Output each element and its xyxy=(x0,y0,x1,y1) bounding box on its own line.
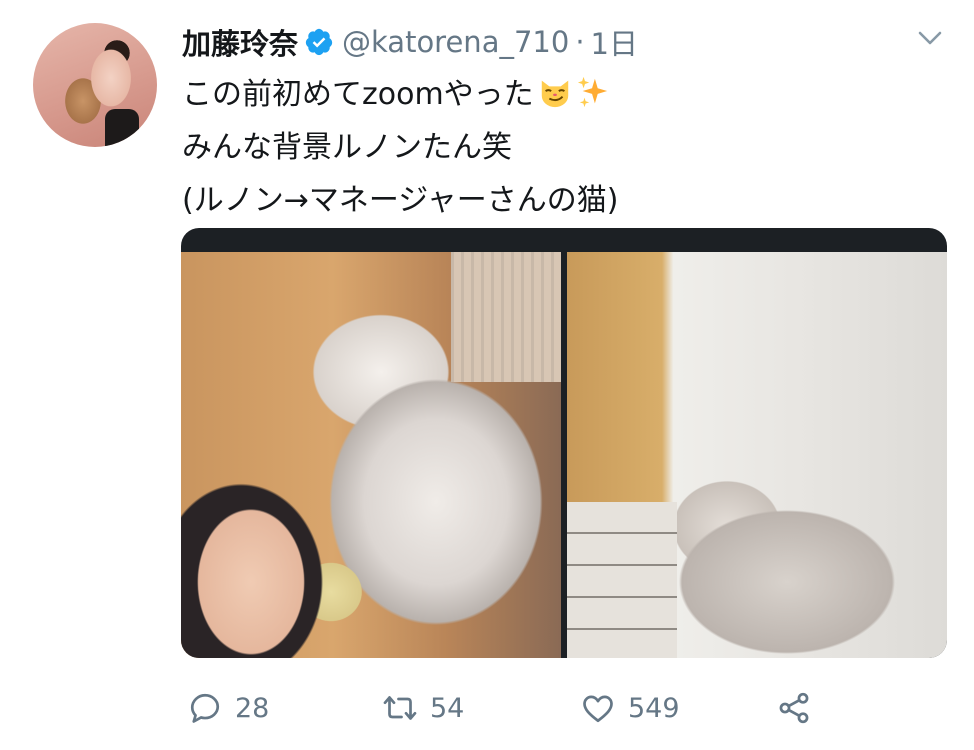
share-icon xyxy=(779,692,809,724)
smirking-cat-emoji-icon xyxy=(541,80,568,108)
background-panel xyxy=(567,502,677,658)
like-count: 549 xyxy=(628,692,680,724)
tweet-line-1: この前初めてzoomやった xyxy=(182,68,942,121)
sparkles-emoji-icon xyxy=(577,76,607,108)
retweet-count: 54 xyxy=(430,692,465,724)
media-container[interactable] xyxy=(181,228,947,658)
tweet-header: 加藤玲奈 @katorena_710 · 1日 xyxy=(182,18,638,66)
chevron-down-icon[interactable] xyxy=(916,26,944,50)
tweet-text: この前初めてzoomやった みんな背景ルノンたん笑 (ルノン→マネージャーさんの… xyxy=(182,68,942,227)
author-handle[interactable]: @katorena_710 xyxy=(342,25,569,59)
verified-badge-icon xyxy=(305,28,333,56)
tweet-line-2: みんな背景ルノンたん笑 xyxy=(182,130,512,165)
separator-dot: · xyxy=(575,25,585,59)
tweet-line-1-text: この前初めてzoomやった xyxy=(182,77,534,112)
retweet-button[interactable]: 54 xyxy=(382,684,464,732)
reply-count: 28 xyxy=(235,692,270,724)
reply-icon xyxy=(190,693,220,723)
tweet-line-3: (ルノン→マネージャーさんの猫) xyxy=(182,183,619,218)
share-button[interactable] xyxy=(776,684,812,732)
reply-button[interactable]: 28 xyxy=(187,684,269,732)
avatar[interactable] xyxy=(33,23,157,147)
avatar-figure xyxy=(105,109,139,147)
cat-photo[interactable] xyxy=(567,252,947,658)
retweet-icon xyxy=(383,696,417,720)
tweet-time[interactable]: 1日 xyxy=(591,21,638,63)
cat-and-person-photo[interactable] xyxy=(181,252,561,658)
like-button[interactable]: 549 xyxy=(580,684,680,732)
author-name[interactable]: 加藤玲奈 xyxy=(182,21,298,63)
heart-icon xyxy=(583,695,613,723)
background-cage xyxy=(451,252,561,382)
action-bar: 28 54 549 xyxy=(0,684,974,732)
